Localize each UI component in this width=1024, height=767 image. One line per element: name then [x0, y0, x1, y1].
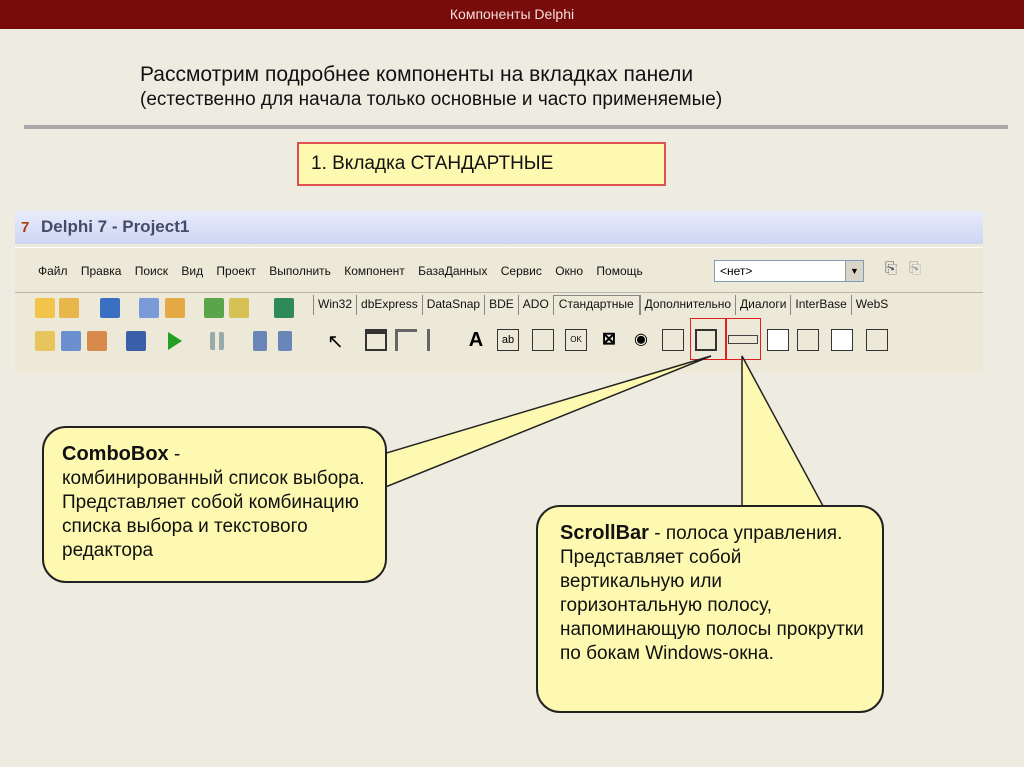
- scrollbar-pointer: [741, 355, 838, 531]
- combobox-pointer: [382, 355, 712, 490]
- combobox-callout: ComboBox - комбинированный список выбора…: [42, 426, 387, 583]
- scrollbar-title: ScrollBar: [560, 522, 649, 544]
- combobox-title: ComboBox: [62, 443, 169, 465]
- scrollbar-text: - полоса управления. Представляет собой …: [560, 523, 864, 664]
- combobox-dash: -: [168, 444, 181, 465]
- scrollbar-callout: ScrollBar - полоса управления. Представл…: [536, 505, 884, 713]
- combobox-text: комбинированный список выбора. Представл…: [62, 468, 365, 561]
